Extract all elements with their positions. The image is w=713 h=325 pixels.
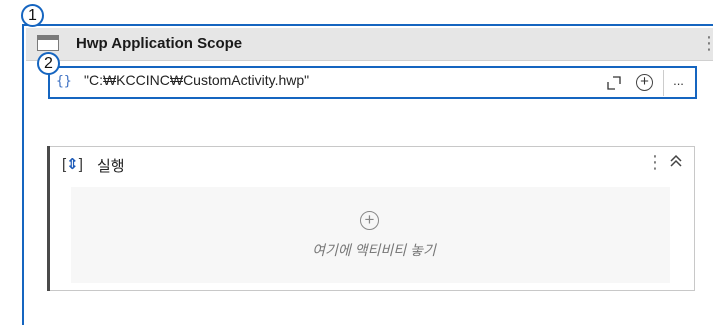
sequence-icon-right: ] — [78, 156, 83, 173]
activity-drop-zone[interactable] — [71, 187, 670, 283]
add-variable-button[interactable]: + — [636, 74, 653, 91]
sequence-icon: [⇕] — [62, 155, 83, 173]
sequence-title: 실행 — [97, 158, 125, 175]
sequence-menu-icon[interactable]: ⋮ — [646, 152, 664, 172]
scope-title: Hwp Application Scope — [76, 35, 243, 52]
expression-icon: {} — [56, 74, 72, 89]
activity-frame-top-border — [22, 24, 713, 26]
more-options-button[interactable]: ... — [663, 70, 693, 96]
annotation-callout-2: 2 — [37, 52, 60, 75]
activity-frame-left-border — [22, 24, 24, 325]
add-activity-icon[interactable]: + — [360, 211, 379, 230]
drop-zone-hint: 여기에 액티비티 놓기 — [312, 242, 436, 258]
window-icon — [37, 35, 59, 51]
scope-menu-icon[interactable]: ⋮ — [700, 30, 713, 56]
annotation-callout-1: 1 — [21, 4, 44, 27]
sequence-left-border — [47, 146, 50, 291]
expand-icon[interactable] — [607, 76, 621, 90]
double-chevron-up-icon — [670, 154, 682, 167]
collapse-icon[interactable] — [669, 154, 683, 172]
sequence-icon-arrow: ⇕ — [66, 156, 79, 173]
file-path-value[interactable]: "C:₩KCCINC₩CustomActivity.hwp" — [84, 72, 309, 88]
